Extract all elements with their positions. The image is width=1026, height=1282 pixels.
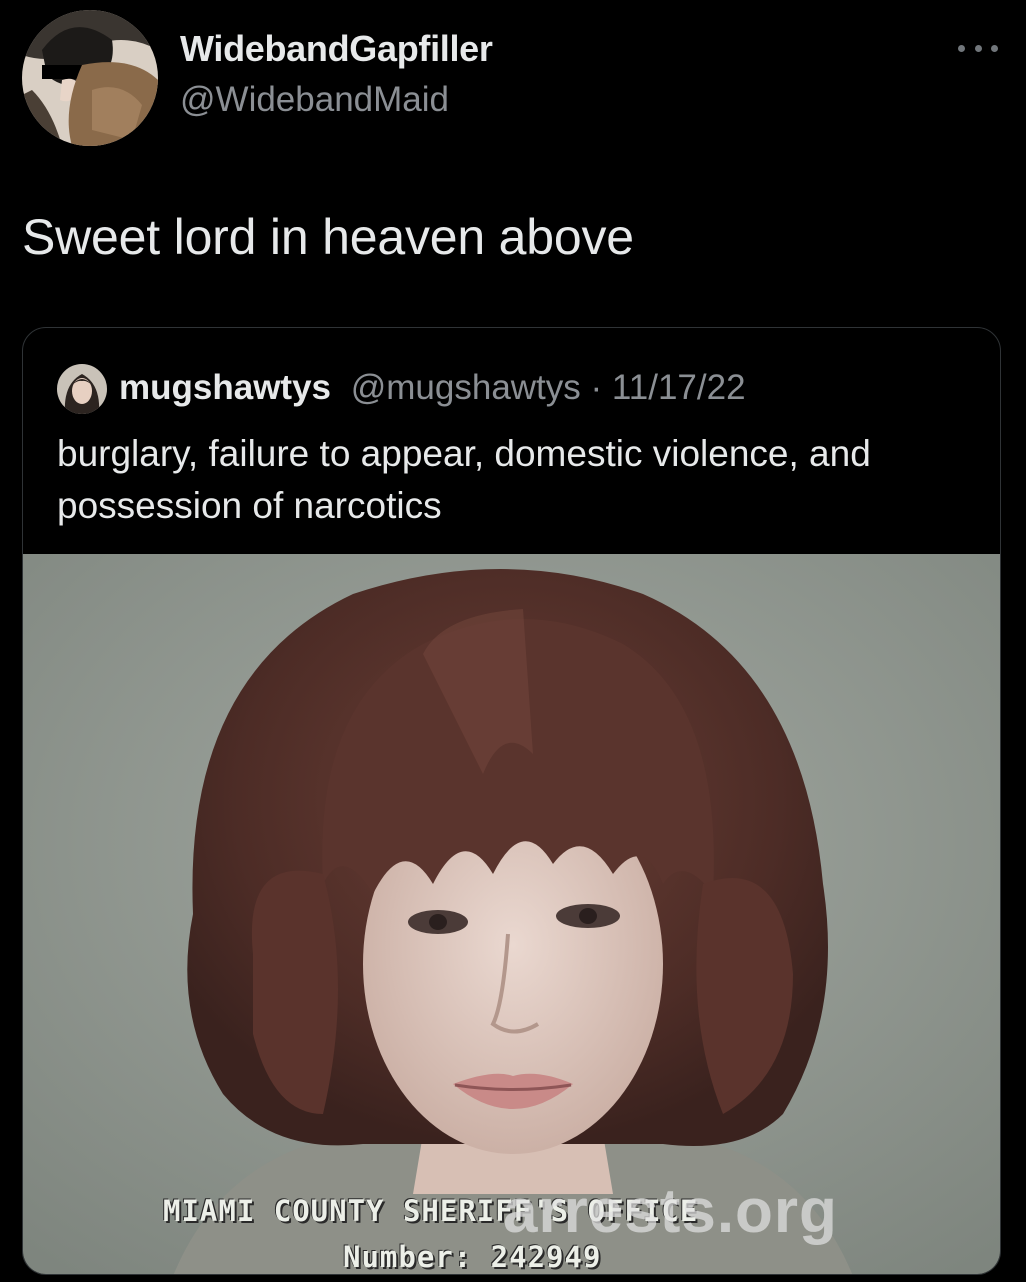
meta-separator: · <box>580 368 612 407</box>
quoted-tweet-header: mugshawtys @mugshawtys · 11/17/22 <box>119 368 746 408</box>
author-display-name[interactable]: WidebandGapfiller <box>180 28 493 70</box>
quoted-tweet-photo[interactable]: MIAMI COUNTY SHERIFF'S OFFICE Number: 24… <box>23 554 1000 1274</box>
quoted-tweet-card[interactable]: mugshawtys @mugshawtys · 11/17/22 burgla… <box>22 327 1001 1275</box>
quoted-author-avatar[interactable] <box>57 364 107 414</box>
more-horizontal-icon <box>958 44 965 52</box>
photo-watermark: arrests.org <box>503 1177 838 1246</box>
quoted-tweet-date[interactable]: 11/17/22 <box>612 368 746 407</box>
tweet-screenshot: WidebandGapfiller @WidebandMaid Sweet lo… <box>0 0 1026 1282</box>
quoted-author-handle[interactable]: @mugshawtys <box>351 368 581 407</box>
author-avatar[interactable] <box>22 10 158 146</box>
tweet-text: Sweet lord in heaven above <box>22 209 634 265</box>
author-handle[interactable]: @WidebandMaid <box>180 80 449 120</box>
more-options-button[interactable] <box>958 36 998 60</box>
mugshot-image <box>23 554 1000 1274</box>
quoted-author-display-name[interactable]: mugshawtys <box>119 368 331 407</box>
quoted-tweet-text: burglary, failure to appear, domestic vi… <box>57 433 871 526</box>
